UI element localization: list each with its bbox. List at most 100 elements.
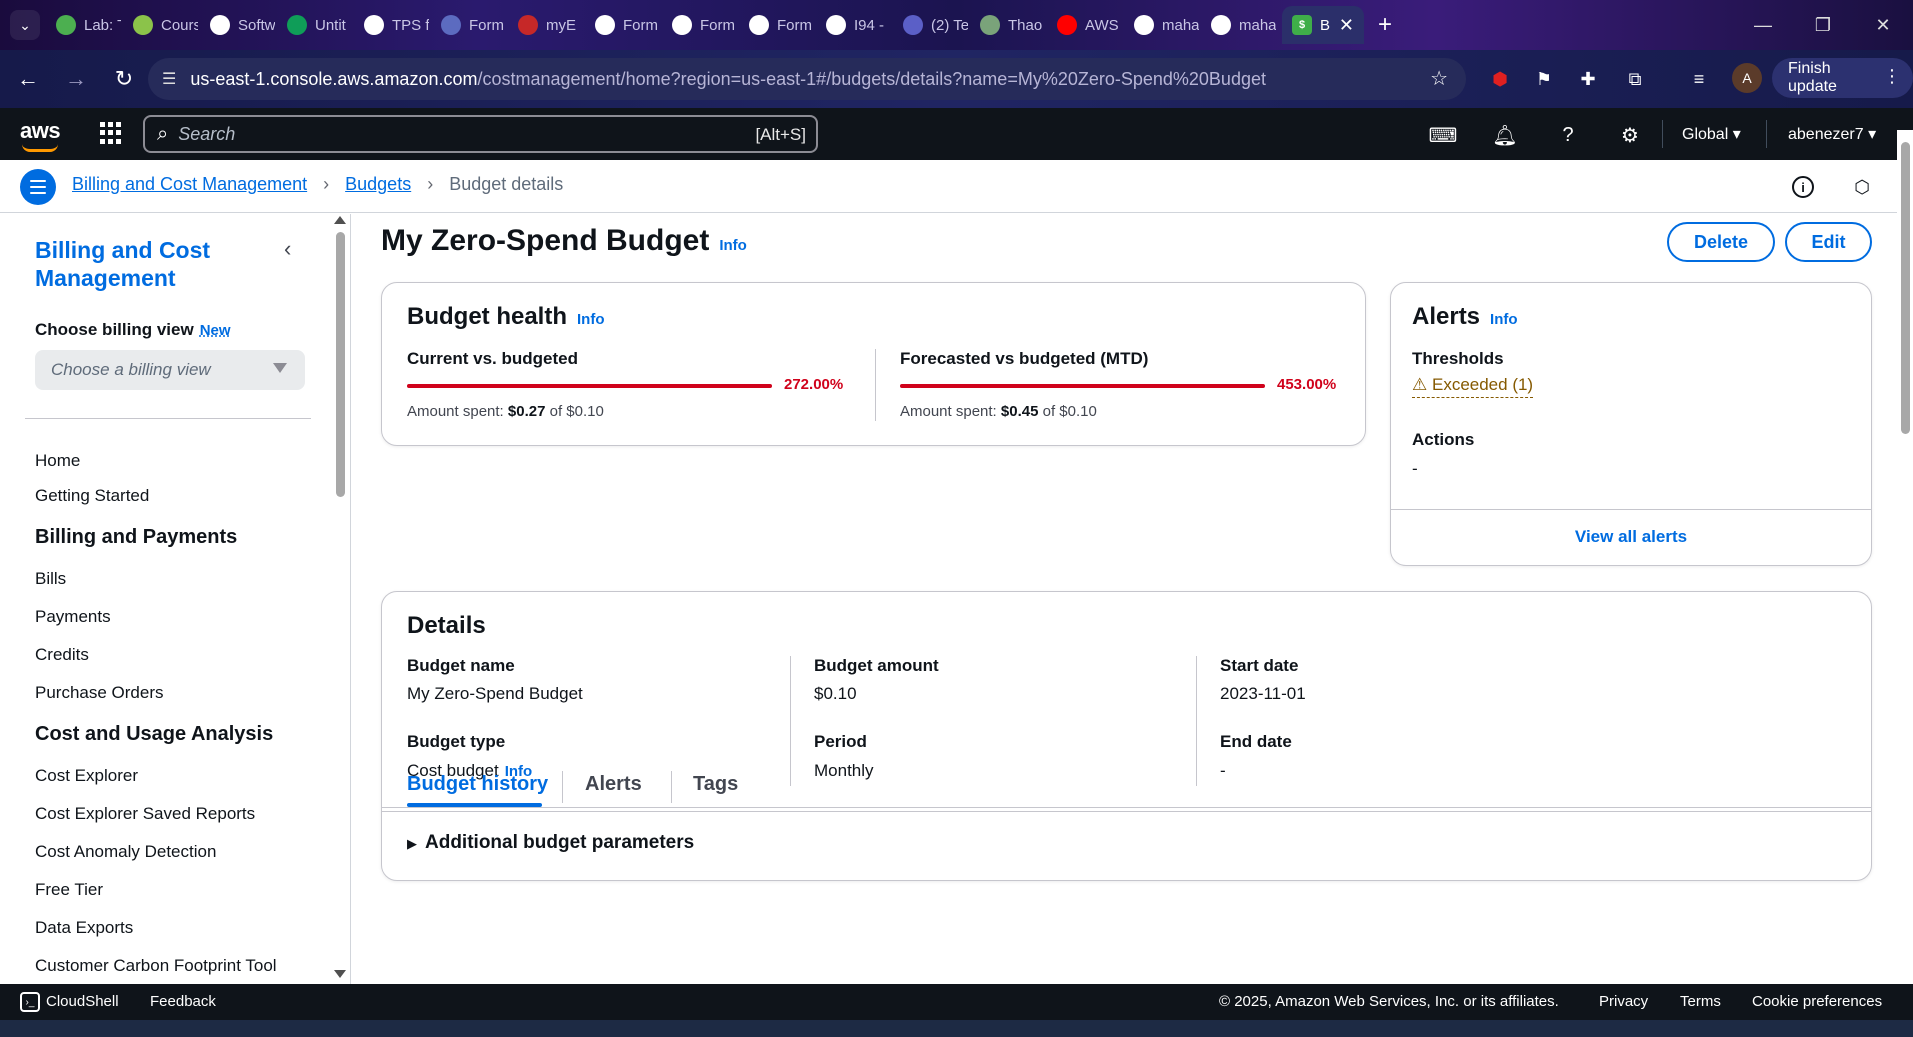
- sidebar-item-credits[interactable]: Credits: [35, 645, 89, 665]
- tab-tags[interactable]: Tags: [693, 773, 738, 796]
- browser-tab[interactable]: I94 -: [820, 6, 897, 44]
- back-icon[interactable]: ←: [8, 66, 48, 92]
- window-controls: — ❐ ✕: [1733, 0, 1913, 50]
- browser-tab[interactable]: maha: [1205, 6, 1282, 44]
- sidebar-item-free-tier[interactable]: Free Tier: [35, 880, 103, 900]
- aws-logo[interactable]: aws: [20, 118, 61, 152]
- extension-flag-icon[interactable]: ⚑: [1527, 62, 1561, 96]
- billing-view-select[interactable]: Choose a billing view: [35, 350, 305, 390]
- browser-tab[interactable]: Form: [589, 6, 666, 44]
- account-menu[interactable]: abenezer7 ▾: [1788, 124, 1876, 144]
- sidebar-item-data-exports[interactable]: Data Exports: [35, 918, 133, 938]
- page-scroll-thumb[interactable]: [1901, 142, 1910, 434]
- site-info-icon[interactable]: ☰: [162, 69, 176, 89]
- cookie-preferences-link[interactable]: Cookie preferences: [1752, 993, 1882, 1010]
- cloudshell-icon[interactable]: ⌨: [1429, 121, 1458, 149]
- forecast-vs-budgeted-label: Forecasted vs budgeted (MTD): [900, 349, 1149, 368]
- tab-search-chevron-icon[interactable]: ⌄: [10, 10, 40, 40]
- forecast-amount-spent: $0.45: [1000, 403, 1039, 420]
- scroll-down-arrow-icon[interactable]: [334, 970, 346, 978]
- budget-health-info-link[interactable]: Info: [577, 311, 605, 328]
- period-label: Period: [814, 732, 867, 751]
- tab-title: Form: [777, 16, 812, 34]
- cloudshell-footer-icon[interactable]: ›_: [20, 992, 40, 1012]
- address-bar[interactable]: ☰ us-east-1.console.aws.amazon.com/costm…: [148, 58, 1466, 100]
- thresholds-exceeded-link[interactable]: ⚠ Exceeded (1): [1412, 375, 1534, 398]
- services-grid-icon[interactable]: [100, 122, 122, 144]
- edit-button[interactable]: Edit: [1785, 222, 1872, 262]
- browser-tab[interactable]: Form: [666, 6, 743, 44]
- privacy-link[interactable]: Privacy: [1599, 993, 1648, 1010]
- sidebar-item-saved-reports[interactable]: Cost Explorer Saved Reports: [35, 804, 255, 824]
- sidebar-scroll-thumb[interactable]: [336, 232, 345, 497]
- tab-favicon-icon: [1211, 15, 1231, 35]
- sidebar-item-carbon-footprint[interactable]: Customer Carbon Footprint Tool: [35, 956, 277, 976]
- browser-tab[interactable]: Form: [743, 6, 820, 44]
- page-info-link[interactable]: Info: [719, 237, 747, 254]
- feedback-link[interactable]: Feedback: [150, 993, 216, 1010]
- delete-button[interactable]: Delete: [1667, 222, 1775, 262]
- collapse-sidebar-icon[interactable]: ‹: [284, 236, 291, 262]
- sidebar-item-anomaly-detection[interactable]: Cost Anomaly Detection: [35, 842, 216, 862]
- finish-update-button[interactable]: Finish update ⋮: [1772, 58, 1913, 98]
- breadcrumb-billing[interactable]: Billing and Cost Management: [72, 174, 307, 195]
- reading-list-icon[interactable]: ≡: [1682, 62, 1716, 96]
- reload-icon[interactable]: ↻: [104, 66, 144, 92]
- browser-tab[interactable]: Thao: [974, 6, 1051, 44]
- cloudshell-link[interactable]: CloudShell: [46, 993, 119, 1010]
- browser-tab-active[interactable]: $ B ✕: [1282, 6, 1364, 44]
- browser-tab[interactable]: Cours: [127, 6, 204, 44]
- extension-shield-icon[interactable]: ⬢: [1483, 62, 1517, 96]
- settings-gear-icon[interactable]: ⚙: [1616, 121, 1644, 149]
- hamburger-menu-icon[interactable]: [20, 169, 56, 205]
- more-menu-icon[interactable]: ⋮: [1883, 66, 1901, 87]
- breadcrumb-budgets[interactable]: Budgets: [345, 174, 411, 195]
- new-badge[interactable]: New: [200, 322, 231, 339]
- close-tab-icon[interactable]: ✕: [1339, 15, 1354, 36]
- alerts-info-link[interactable]: Info: [1490, 311, 1518, 328]
- sidebar-title[interactable]: Billing and Cost Management: [35, 236, 275, 292]
- tab-title: Softw: [238, 16, 275, 34]
- sidebar-item-home[interactable]: Home: [35, 451, 80, 471]
- tab-alerts[interactable]: Alerts: [585, 773, 642, 796]
- new-tab-icon[interactable]: +: [1378, 11, 1392, 39]
- browser-tab[interactable]: maha: [1128, 6, 1205, 44]
- extension-puzzle-blue-icon[interactable]: ✚: [1571, 62, 1605, 96]
- browser-tab[interactable]: (2) Te: [897, 6, 974, 44]
- info-panel-icon[interactable]: i: [1790, 174, 1816, 200]
- sidebar-item-cost-explorer[interactable]: Cost Explorer: [35, 766, 138, 786]
- additional-params-expander[interactable]: ▶ Additional budget parameters: [407, 832, 694, 854]
- browser-tab[interactable]: myE: [512, 6, 589, 44]
- sidebar-item-bills[interactable]: Bills: [35, 569, 66, 589]
- restore-icon[interactable]: ❐: [1793, 15, 1853, 36]
- security-shield-icon[interactable]: ⬡: [1849, 174, 1875, 200]
- bookmark-star-icon[interactable]: ☆: [1430, 66, 1448, 91]
- sidebar-item-purchase-orders[interactable]: Purchase Orders: [35, 683, 164, 703]
- profile-avatar[interactable]: A: [1732, 63, 1762, 93]
- browser-tab[interactable]: AWS: [1051, 6, 1128, 44]
- region-selector[interactable]: Global ▾: [1682, 124, 1741, 144]
- help-icon[interactable]: ?: [1554, 121, 1582, 149]
- sidebar-item-payments[interactable]: Payments: [35, 607, 111, 627]
- browser-tab[interactable]: Untit: [281, 6, 358, 44]
- terms-link[interactable]: Terms: [1680, 993, 1721, 1010]
- sidebar-item-getting-started[interactable]: Getting Started: [35, 486, 149, 506]
- forward-icon[interactable]: →: [56, 66, 96, 92]
- browser-tab[interactable]: Form: [435, 6, 512, 44]
- view-all-alerts-link[interactable]: View all alerts: [1391, 527, 1871, 547]
- amount-prefix: Amount spent:: [900, 403, 997, 420]
- search-input[interactable]: ⌕ Search [Alt+S]: [143, 115, 818, 153]
- browser-tab[interactable]: Lab: T: [50, 6, 127, 44]
- browser-tab[interactable]: TPS f: [358, 6, 435, 44]
- tab-title: myE: [546, 16, 576, 34]
- tab-budget-history[interactable]: Budget history: [407, 773, 548, 796]
- browser-tab[interactable]: Softw: [204, 6, 281, 44]
- tab-title: maha: [1239, 16, 1276, 34]
- close-window-icon[interactable]: ✕: [1853, 15, 1913, 36]
- nav-separator: [1662, 120, 1663, 148]
- scroll-up-arrow-icon[interactable]: [334, 216, 346, 224]
- tab-title: Untit: [315, 16, 346, 34]
- notifications-bell-icon[interactable]: 🔔︎: [1491, 121, 1519, 149]
- extensions-icon[interactable]: ⧉: [1618, 62, 1652, 96]
- minimize-icon[interactable]: —: [1733, 15, 1793, 36]
